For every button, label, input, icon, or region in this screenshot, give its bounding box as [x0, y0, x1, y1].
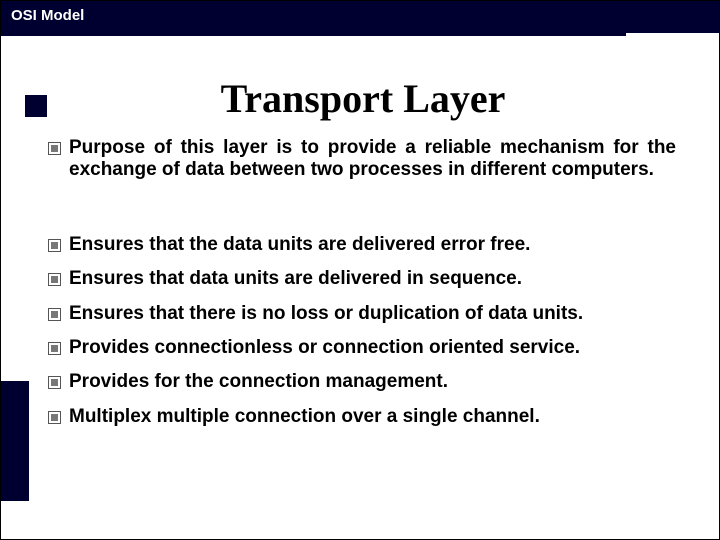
list-item: Ensures that there is no loss or duplica…: [48, 303, 676, 325]
list-item: Provides connectionless or connection or…: [48, 337, 676, 359]
list-item-text: Ensures that there is no loss or duplica…: [69, 303, 676, 325]
slide-title: Transport Layer: [48, 75, 678, 122]
list-item: Provides for the connection management.: [48, 371, 676, 393]
list-item: Purpose of this layer is to provide a re…: [48, 137, 676, 182]
list-item-text: Ensures that data units are delivered in…: [69, 268, 676, 290]
square-bullet-icon: [48, 273, 61, 286]
square-bullet-icon: [48, 376, 61, 389]
title-underline: [1, 33, 626, 36]
list-item-text: Ensures that the data units are delivere…: [69, 234, 676, 256]
list-item-text: Multiplex multiple connection over a sin…: [69, 406, 676, 428]
square-bullet-icon: [48, 142, 61, 155]
header-bar: OSI Model: [1, 1, 719, 33]
list-item-text: Provides for the connection management.: [69, 371, 676, 393]
square-bullet-icon: [48, 239, 61, 252]
square-bullet-icon: [48, 342, 61, 355]
bullet-list: Purpose of this layer is to provide a re…: [48, 137, 676, 440]
left-margin-block: [1, 381, 29, 501]
title-accent-block: [25, 95, 47, 117]
header-label: OSI Model: [11, 7, 84, 24]
slide: OSI Model Transport Layer Purpose of thi…: [0, 0, 720, 540]
square-bullet-icon: [48, 308, 61, 321]
list-item: Ensures that the data units are delivere…: [48, 234, 676, 256]
square-bullet-icon: [48, 411, 61, 424]
list-item: Multiplex multiple connection over a sin…: [48, 406, 676, 428]
list-item-text: Provides connectionless or connection or…: [69, 337, 676, 359]
list-item-text: Purpose of this layer is to provide a re…: [69, 137, 676, 182]
list-item: Ensures that data units are delivered in…: [48, 268, 676, 290]
